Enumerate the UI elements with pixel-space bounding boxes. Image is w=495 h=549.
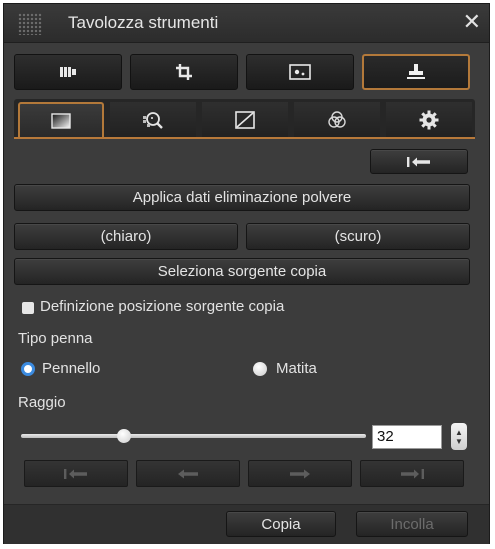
redo-all-button[interactable]	[360, 460, 464, 487]
undo-all-button[interactable]	[24, 460, 128, 487]
tab-stamp[interactable]	[362, 54, 470, 90]
tool-palette-window: Tavolozza strumenti ✕ Applica dati elimi…	[3, 3, 490, 544]
light-button[interactable]: (chiaro)	[14, 223, 238, 250]
subtab-curve[interactable]	[202, 102, 288, 137]
select-copy-source-button[interactable]: Seleziona sorgente copia	[14, 258, 470, 285]
subtab-magnify[interactable]	[110, 102, 196, 137]
brush-radio-label: Pennello	[42, 360, 101, 377]
dark-button[interactable]: (scuro)	[246, 223, 470, 250]
subtab-color[interactable]	[294, 102, 380, 137]
redo-icon	[290, 469, 310, 478]
undo-button[interactable]	[136, 460, 240, 487]
redo-button[interactable]	[248, 460, 352, 487]
redo-all-icon	[401, 468, 424, 479]
pencil-radio-label: Matita	[276, 360, 317, 377]
radius-input[interactable]: 32	[372, 425, 442, 449]
subtab-gradient[interactable]	[18, 102, 104, 137]
color-circles-icon	[328, 110, 346, 128]
curve-icon	[235, 110, 255, 129]
undo-all-icon	[64, 468, 87, 479]
bars-icon	[60, 67, 76, 77]
radius-slider-thumb[interactable]	[117, 429, 131, 443]
radius-stepper[interactable]: ▲ ▼	[451, 423, 467, 450]
paste-button[interactable]: Incolla	[356, 511, 468, 537]
chevron-up-icon[interactable]: ▲	[455, 428, 463, 437]
title-bar[interactable]: Tavolozza strumenti ✕	[4, 4, 489, 43]
dust-icon	[289, 64, 311, 80]
copy-source-position-label: Definizione posizione sorgente copia	[40, 298, 285, 315]
apply-dust-data-button[interactable]: Applica dati eliminazione polvere	[14, 184, 470, 211]
tab-dust[interactable]	[246, 54, 354, 90]
undo-all-icon	[407, 156, 430, 167]
tab-crop[interactable]	[130, 54, 238, 90]
reset-button[interactable]	[370, 149, 468, 174]
brush-radio[interactable]	[21, 362, 35, 376]
undo-icon	[178, 469, 198, 478]
copy-button[interactable]: Copia	[226, 511, 336, 537]
drag-grip-icon[interactable]	[18, 13, 42, 35]
pen-type-label: Tipo penna	[18, 330, 93, 347]
gradient-icon	[51, 112, 71, 129]
chevron-down-icon[interactable]: ▼	[455, 437, 463, 446]
gear-icon	[419, 110, 439, 129]
pencil-radio[interactable]	[253, 362, 267, 376]
subtab-settings[interactable]	[386, 102, 472, 137]
radius-slider-track[interactable]	[21, 434, 366, 438]
window-title: Tavolozza strumenti	[68, 13, 219, 32]
close-icon[interactable]: ✕	[463, 9, 481, 35]
radius-label: Raggio	[18, 394, 66, 411]
sub-tab-underline	[14, 137, 475, 139]
stamp-icon	[407, 64, 425, 79]
crop-icon	[176, 64, 192, 80]
copy-source-position-checkbox[interactable]	[22, 302, 34, 314]
tab-adjust[interactable]	[14, 54, 122, 90]
magnify-grid-icon	[143, 111, 163, 129]
